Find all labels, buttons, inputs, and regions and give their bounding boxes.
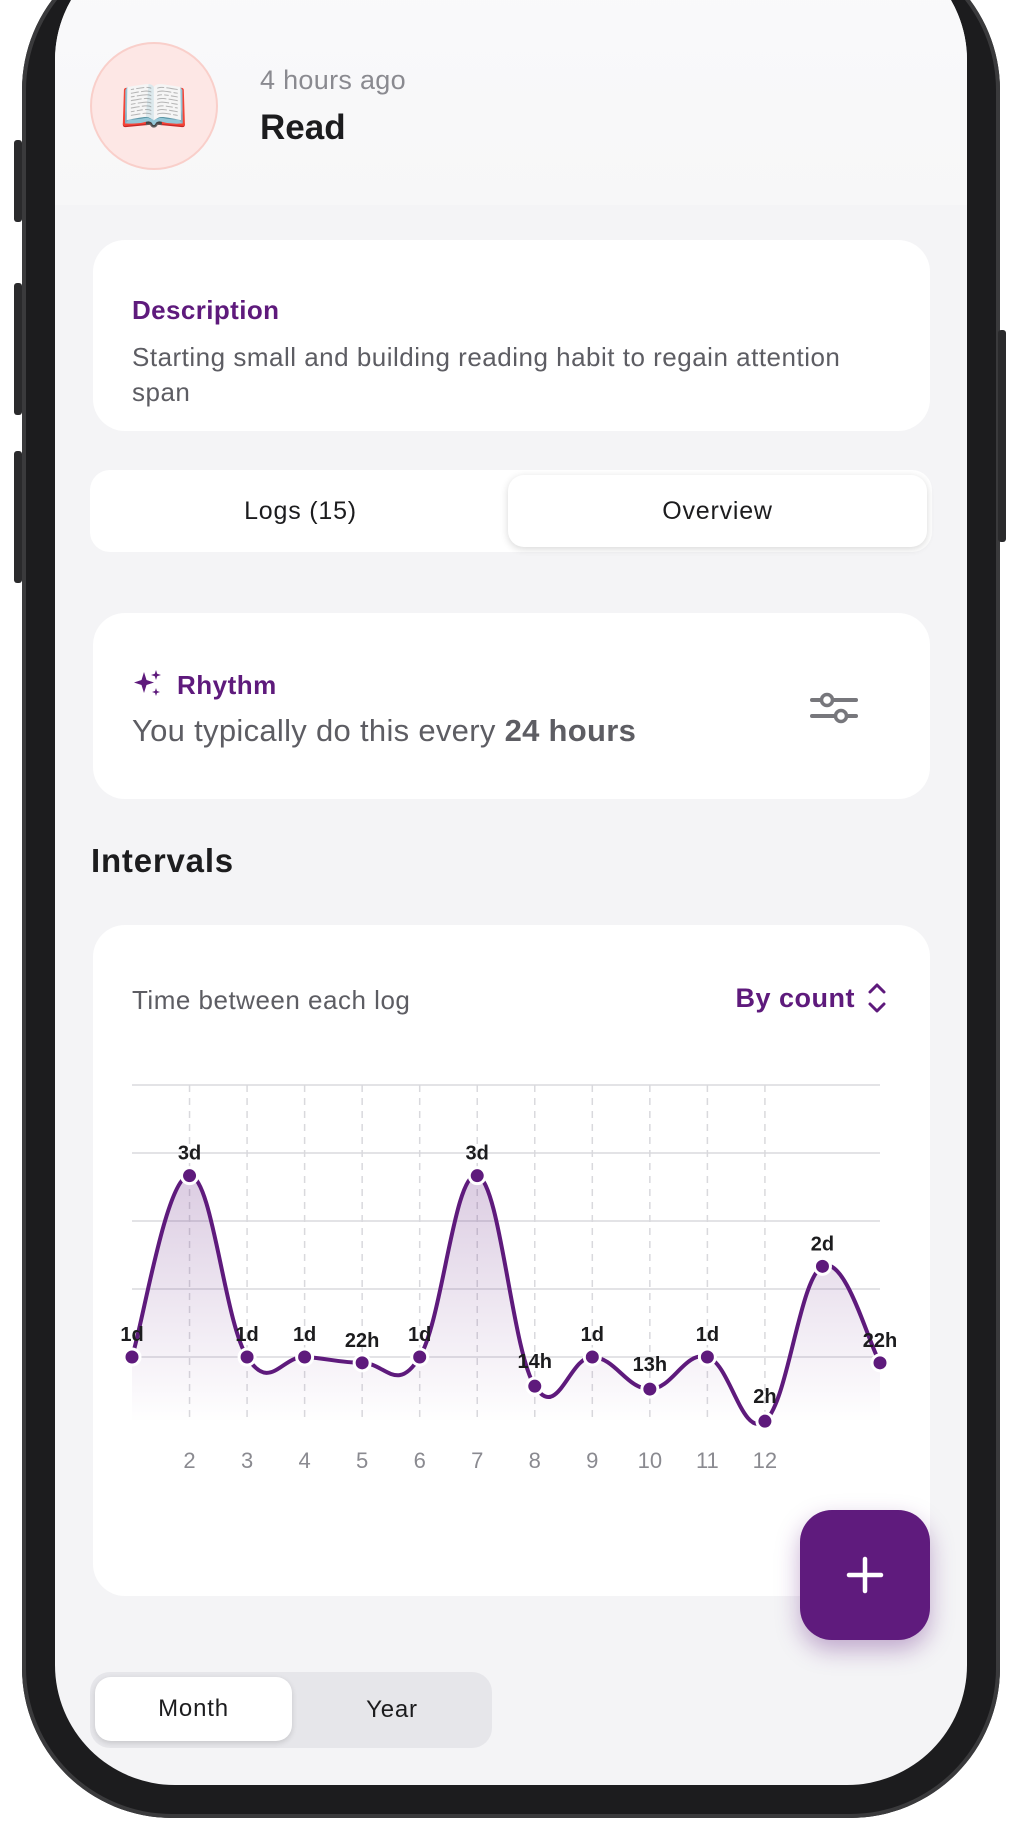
side-button-action: [14, 140, 22, 222]
tab-overview-label: Overview: [662, 496, 773, 525]
value-label: 1d: [581, 1324, 604, 1346]
rhythm-summary: You typically do this every 24 hours: [132, 713, 636, 749]
range-tabs: Month Year: [90, 1672, 492, 1748]
x-tick-label: 11: [696, 1448, 719, 1473]
add-log-button[interactable]: [800, 1510, 930, 1640]
value-label: 22h: [863, 1330, 897, 1352]
value-label: 2h: [753, 1386, 776, 1408]
last-logged-time: 4 hours ago: [260, 65, 406, 95]
x-tick-label: 10: [638, 1448, 662, 1473]
plus-icon: [846, 1556, 884, 1594]
value-label: 1d: [293, 1324, 316, 1346]
sparkles-icon: [134, 670, 161, 696]
x-tick-label: 8: [529, 1448, 541, 1473]
sliders-icon[interactable]: [810, 688, 858, 728]
data-point: [640, 1379, 660, 1399]
x-tick-label: 2: [183, 1448, 195, 1473]
value-label: 2d: [811, 1233, 834, 1255]
x-tick-label: 12: [753, 1448, 777, 1473]
x-tick-label: 7: [471, 1448, 483, 1473]
data-point: [467, 1166, 487, 1186]
tab-year-label: Year: [366, 1696, 418, 1723]
book-icon: 📖: [119, 74, 189, 137]
value-label: 1d: [235, 1324, 258, 1346]
side-button-volume-up: [14, 283, 22, 415]
intervals-title: Intervals: [91, 842, 234, 879]
x-tick-label: 6: [414, 1448, 426, 1473]
x-tick-label: 9: [586, 1448, 598, 1473]
tab-year[interactable]: Year: [292, 1672, 492, 1748]
data-point: [525, 1376, 545, 1396]
tab-month[interactable]: Month: [95, 1677, 292, 1741]
description-card: Description Starting small and building …: [93, 240, 930, 431]
value-label: 3d: [178, 1143, 201, 1165]
intervals-chart: 1d 3d 1d 1d 22h 1d 3d 14h 1d 13h 1d 2h 2d 22h 2 3 4 5 6 7 8 9…: [120, 1084, 897, 1473]
data-point: [237, 1347, 257, 1367]
side-button-volume-down: [14, 451, 22, 583]
x-tick-label: 5: [356, 1448, 368, 1473]
value-label: 14h: [518, 1351, 552, 1373]
rhythm-label: Rhythm: [177, 670, 277, 700]
data-point: [582, 1347, 602, 1367]
x-tick-label: 3: [241, 1448, 253, 1473]
data-point: [295, 1347, 315, 1367]
value-label: 13h: [633, 1354, 667, 1376]
header: 📖 4 hours ago Read: [55, 0, 967, 205]
value-label: 1d: [696, 1324, 719, 1346]
tab-overview[interactable]: Overview: [508, 475, 927, 547]
data-point: [697, 1347, 717, 1367]
habit-avatar: 📖: [90, 42, 218, 170]
habit-title: Read: [260, 108, 346, 147]
data-point: [755, 1411, 775, 1431]
data-point: [122, 1347, 142, 1367]
tab-logs-label: Logs (15): [244, 496, 357, 525]
rhythm-value: 24 hours: [504, 713, 637, 748]
data-point: [870, 1353, 890, 1373]
description-text: Starting small and building reading habi…: [132, 342, 841, 407]
data-point: [352, 1353, 372, 1373]
value-label: 3d: [466, 1143, 489, 1165]
data-point: [410, 1347, 430, 1367]
description-label: Description: [132, 295, 280, 325]
tab-logs[interactable]: Logs (15): [90, 470, 511, 552]
value-label: 22h: [345, 1330, 379, 1352]
rhythm-prefix: You typically do this every: [132, 713, 505, 748]
value-label: 1d: [120, 1324, 143, 1346]
value-label: 1d: [408, 1324, 431, 1346]
data-point: [812, 1256, 832, 1276]
x-tick-label: 4: [298, 1448, 310, 1473]
tab-month-label: Month: [158, 1695, 229, 1722]
intervals-chart-card: Time between each log By count 1d 3d 1d 1d 2…: [93, 925, 930, 1596]
side-button-power: [998, 330, 1006, 542]
app-screen: 📖 4 hours ago Read Description Starting …: [55, 0, 967, 1785]
rhythm-card: Rhythm You typically do this every 24 ho…: [93, 613, 930, 799]
data-point: [180, 1166, 200, 1186]
view-tabs: Logs (15) Overview: [90, 470, 932, 552]
